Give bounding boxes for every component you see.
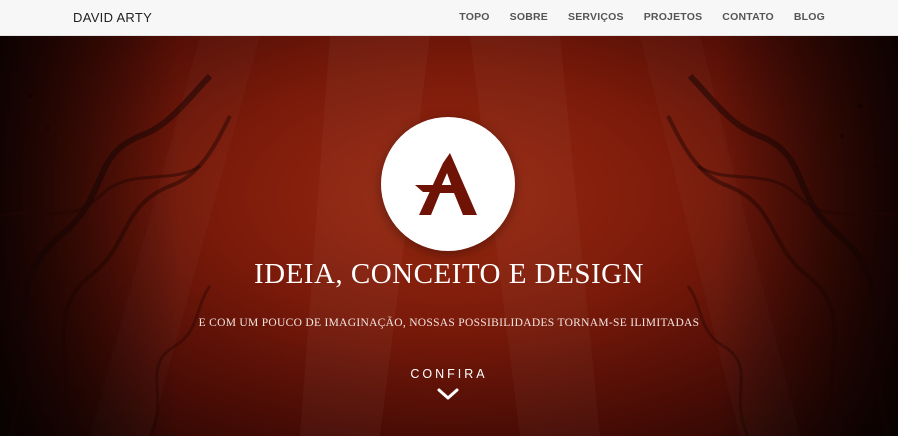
hero-subline: E COM UM POUCO DE IMAGINAÇÃO, NOSSAS POS… [198, 317, 700, 329]
nav-item-blog[interactable]: BLOG [794, 11, 825, 23]
nav-menu: TOPO SOBRE SERVIÇOS PROJETOS CONTATO BLO… [459, 11, 825, 23]
navbar: DAVID ARTY TOPO SOBRE SERVIÇOS PROJETOS … [0, 0, 898, 36]
brand-logo-link[interactable]: DAVID ARTY [73, 10, 152, 25]
page-bottom-strip [0, 436, 898, 444]
nav-item-servicos[interactable]: SERVIÇOS [568, 11, 624, 23]
nav-item-sobre[interactable]: SOBRE [510, 11, 548, 23]
confira-link[interactable]: CONFIRA [0, 367, 898, 381]
hero-section: IDEIA, CONCEITO E DESIGN E COM UM POUCO … [0, 36, 898, 436]
nav-item-projetos[interactable]: PROJETOS [644, 11, 703, 23]
nav-item-topo[interactable]: TOPO [459, 11, 489, 23]
logo-a-icon [415, 153, 477, 215]
chevron-down-icon[interactable] [436, 387, 460, 401]
page: DAVID ARTY TOPO SOBRE SERVIÇOS PROJETOS … [0, 0, 898, 444]
hero-headline: IDEIA, CONCEITO E DESIGN [253, 258, 645, 290]
nav-item-contato[interactable]: CONTATO [722, 11, 774, 23]
logo-badge [381, 117, 515, 251]
